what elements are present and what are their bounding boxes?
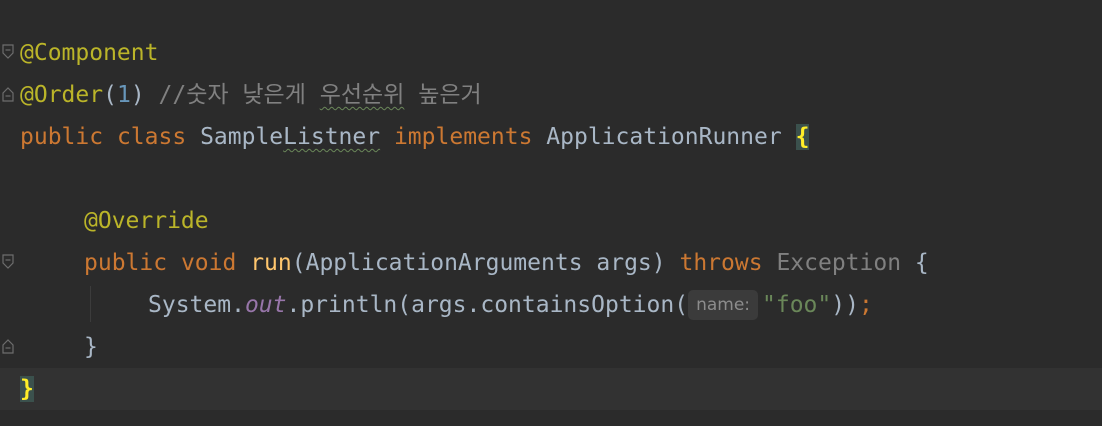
exception-type: Exception (776, 250, 902, 276)
open-paren: ( (103, 82, 117, 108)
code-line[interactable]: public class SampleListner implements Ap… (0, 116, 1102, 158)
static-field: out (244, 292, 287, 318)
semicolon: ; (858, 292, 873, 318)
close-brace: } (84, 334, 98, 360)
code-line[interactable]: @Override (0, 200, 1102, 242)
typo-highlight[interactable]: Listner (283, 124, 380, 150)
interface-name: ApplicationRunner (546, 124, 782, 150)
system-class: System. (148, 292, 245, 318)
code-line[interactable]: @Component (0, 32, 1102, 74)
close-parens: )) (831, 292, 859, 318)
code-line[interactable] (0, 158, 1102, 200)
current-code-line[interactable]: } (0, 368, 1102, 410)
keyword-token: public (84, 250, 168, 276)
comment-text: 높은거 (404, 82, 482, 108)
keyword-token: class (116, 124, 187, 150)
method-name: run (250, 250, 292, 276)
keyword-token: void (180, 250, 237, 276)
annotation-token: @Component (20, 40, 159, 66)
keyword-token: public (20, 124, 104, 150)
parameter-hint: name: (688, 290, 759, 320)
code-line[interactable]: } (0, 326, 1102, 368)
comment-text: //숫자 낮은게 (144, 82, 320, 108)
keyword-token: throws (679, 250, 763, 276)
class-name: Sample (200, 124, 284, 150)
string-literal: "foo" (762, 292, 832, 318)
annotation-token: @Override (84, 208, 209, 234)
code-line[interactable]: System.out.println(args.containsOption(n… (0, 284, 1102, 326)
method-params: (ApplicationArguments args) (291, 250, 666, 276)
close-paren: ) (130, 82, 145, 108)
keyword-token: implements (393, 124, 533, 150)
open-brace: { (914, 250, 929, 276)
method-call: .println(args.containsOption( (286, 292, 689, 318)
code-editor[interactable]: @Component @Order(1) //숫자 낮은게 우선순위 높은거 p… (0, 0, 1102, 426)
matched-brace: { (795, 124, 810, 150)
number-literal: 1 (116, 82, 131, 108)
code-line[interactable]: @Order(1) //숫자 낮은게 우선순위 높은거 (0, 74, 1102, 116)
matched-brace: } (20, 376, 34, 402)
code-line[interactable]: public void run(ApplicationArguments arg… (0, 242, 1102, 284)
annotation-token: @Order (20, 82, 104, 108)
typo-highlight[interactable]: 우선순위 (320, 82, 405, 108)
